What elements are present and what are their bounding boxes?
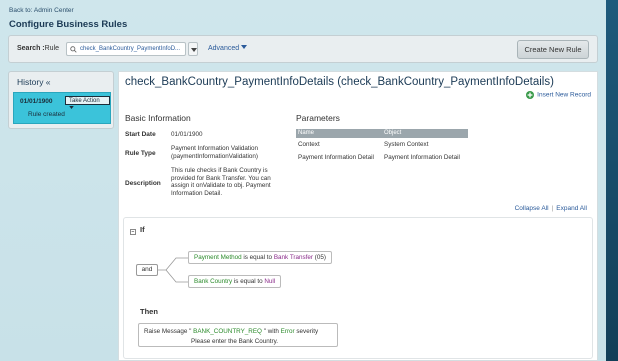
expand-all-link[interactable]: Expand All	[556, 205, 587, 212]
collapse-toggle-icon[interactable]: −	[130, 229, 136, 235]
condition-value-suffix: (05)	[313, 254, 326, 261]
parameters-table: Name Object Context System Context Payme…	[296, 129, 468, 164]
logical-operator[interactable]: and	[136, 264, 158, 276]
condition-payment-method[interactable]: Payment Method is equal to Bank Transfer…	[188, 251, 332, 264]
tree-controls: Collapse All | Expand All	[515, 205, 587, 212]
separator: |	[551, 205, 554, 212]
add-circle-icon	[526, 91, 535, 99]
search-bar: Search :Rule check_BankCountry_PaymentIn…	[8, 35, 598, 63]
back-to-admin-center-link[interactable]: Back to: Admin Center	[9, 7, 74, 14]
table-cell: Payment Information Detail	[384, 154, 460, 161]
history-entry-date: 01/01/1900	[20, 98, 53, 105]
take-action-dropdown[interactable]: Take Action	[65, 96, 110, 109]
chevron-down-icon	[241, 45, 248, 49]
if-header: − If	[130, 225, 145, 235]
search-icon	[70, 46, 77, 53]
table-row: Context System Context	[296, 138, 468, 151]
condition-operator: is equal to	[232, 278, 265, 285]
parameters-heading: Parameters	[296, 113, 340, 123]
message-text: Please enter the Bank Country.	[191, 338, 279, 345]
condition-field: Bank Country	[194, 278, 233, 285]
column-header-object: Object	[384, 130, 402, 136]
rule-search-input[interactable]: check_BankCountry_PaymentInfoD...	[66, 42, 186, 56]
table-cell: Payment Information Detail	[298, 154, 374, 161]
advanced-search-toggle[interactable]: Advanced	[208, 45, 248, 52]
basic-information-heading: Basic Information	[125, 113, 191, 123]
chevron-down-icon	[191, 48, 197, 52]
collapse-all-link[interactable]: Collapse All	[515, 205, 549, 212]
rule-type-label: Rule Type	[125, 150, 156, 157]
rule-detail-panel: check_BankCountry_PaymentInfoDetails (ch…	[118, 71, 598, 361]
if-block: − If and Payment Method is equal to Bank …	[123, 217, 593, 359]
condition-operator: is equal to	[241, 254, 274, 261]
search-dropdown-button[interactable]	[188, 42, 198, 56]
history-panel: History « 01/01/1900 Take Action Rule cr…	[8, 71, 114, 129]
chevron-down-icon	[69, 106, 74, 109]
rule-type-line2: (paymentInformationValidation)	[171, 153, 259, 160]
rule-type-line1: Payment Information Validation	[171, 145, 259, 152]
condition-field: Payment Method	[194, 254, 242, 261]
message-code: BANK_COUNTRY_REQ	[191, 328, 264, 335]
start-date-value: 01/01/1900	[171, 131, 203, 138]
right-edge-strip	[606, 0, 618, 361]
condition-value: Bank Transfer	[273, 254, 314, 261]
then-label: Then	[140, 307, 158, 316]
severity: Error	[280, 328, 295, 335]
table-cell: Context	[298, 141, 320, 148]
then-action-line: Raise Message " BANK_COUNTRY_REQ " with …	[144, 328, 319, 335]
table-row: Payment Information Detail Payment Infor…	[296, 151, 468, 164]
history-title[interactable]: History «	[17, 77, 51, 87]
condition-value: Null	[264, 278, 276, 285]
rule-title: check_BankCountry_PaymentInfoDetails (ch…	[125, 76, 554, 88]
history-entry: 01/01/1900 Take Action Rule created	[13, 92, 111, 124]
insert-new-record-link[interactable]: Insert New Record	[526, 91, 591, 99]
condition-bank-country[interactable]: Bank Country is equal to Null	[188, 275, 282, 288]
table-header-row: Name Object	[296, 129, 468, 138]
search-input-value: check_BankCountry_PaymentInfoD...	[80, 46, 181, 52]
start-date-label: Start Date	[125, 131, 156, 138]
condition-connector-lines	[158, 257, 188, 283]
if-label: If	[140, 225, 145, 234]
description-line: Information Detail.	[171, 189, 223, 197]
description-line: This rule checks if Bank Country is	[171, 167, 268, 174]
create-new-rule-button[interactable]: Create New Rule	[517, 40, 589, 59]
column-header-name: Name	[298, 130, 315, 136]
table-cell: System Context	[384, 141, 429, 148]
history-entry-note: Rule created	[28, 111, 65, 118]
page-title: Configure Business Rules	[9, 19, 128, 30]
search-label: Search :Rule	[17, 45, 60, 52]
description-line: provided for Bank Transfer. You can	[171, 174, 271, 182]
description-label: Description	[125, 180, 161, 187]
then-action[interactable]: Raise Message " BANK_COUNTRY_REQ " with …	[138, 323, 338, 347]
description-line: assign it onValidate to obj. Payment	[171, 182, 271, 189]
